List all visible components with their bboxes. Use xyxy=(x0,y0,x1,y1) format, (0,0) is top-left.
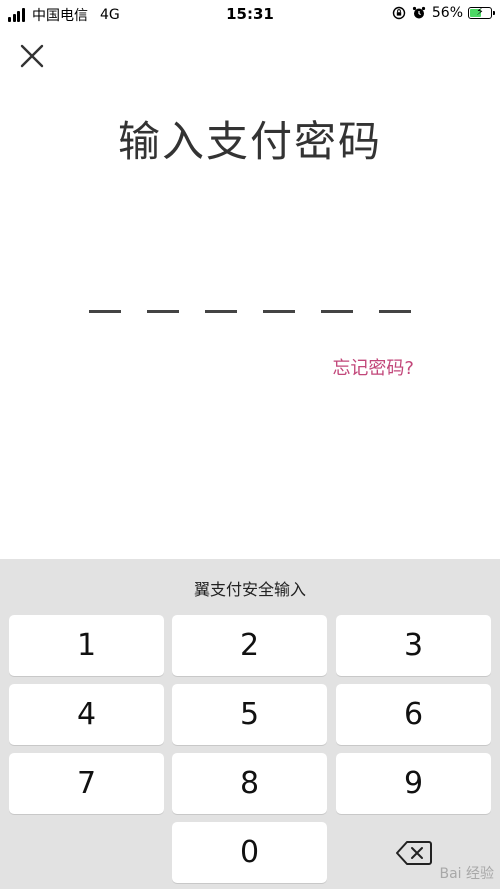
key-blank xyxy=(9,822,164,883)
key-4[interactable]: 4 xyxy=(9,684,164,745)
battery-icon: ⚡ xyxy=(468,5,495,19)
payment-password-screen: 中国电信 4G 15:31 56% ⚡ 输入支付密码 忘记密码? 翼支付安全输入… xyxy=(0,0,500,889)
keypad-title: 翼支付安全输入 xyxy=(193,580,306,599)
pin-digit-slot xyxy=(263,310,295,313)
password-input[interactable] xyxy=(0,310,500,313)
key-0[interactable]: 0 xyxy=(172,822,327,883)
pin-digit-slot xyxy=(147,310,179,313)
pin-digit-slot xyxy=(89,310,121,313)
close-button[interactable] xyxy=(16,40,48,72)
alarm-icon xyxy=(412,6,425,19)
pin-digit-slot xyxy=(379,310,411,313)
pin-digit-slot xyxy=(321,310,353,313)
backspace-icon xyxy=(395,840,432,865)
charging-icon: ⚡ xyxy=(476,5,484,18)
key-2[interactable]: 2 xyxy=(172,615,327,676)
forgot-password-link[interactable]: 忘记密码? xyxy=(332,354,414,380)
key-8[interactable]: 8 xyxy=(172,753,327,814)
battery-percentage: 56% xyxy=(431,5,463,21)
pin-digit-slot xyxy=(205,310,237,313)
status-bar: 中国电信 4G 15:31 56% ⚡ xyxy=(0,0,500,30)
secure-keypad: 翼支付安全输入 1 2 3 4 5 6 7 8 9 0 Bai 经验 xyxy=(0,559,500,889)
page-title: 输入支付密码 xyxy=(117,117,382,166)
key-6[interactable]: 6 xyxy=(336,684,491,745)
key-9[interactable]: 9 xyxy=(336,753,491,814)
key-3[interactable]: 3 xyxy=(336,615,491,676)
key-1[interactable]: 1 xyxy=(9,615,164,676)
key-5[interactable]: 5 xyxy=(172,684,327,745)
rotation-lock-icon xyxy=(392,6,406,20)
watermark: Bai 经验 xyxy=(439,866,494,882)
key-7[interactable]: 7 xyxy=(9,753,164,814)
close-icon xyxy=(20,44,44,68)
